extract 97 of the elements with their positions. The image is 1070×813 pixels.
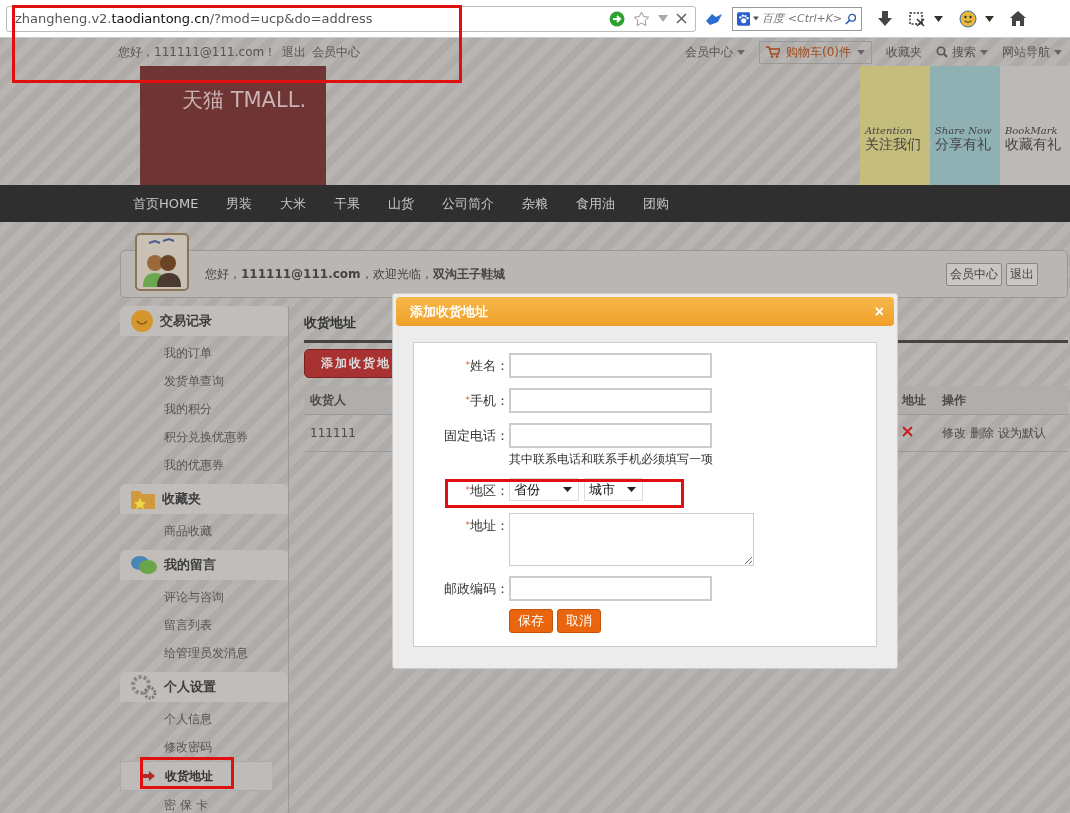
- input-field[interactable]: [509, 388, 712, 413]
- nav-item[interactable]: 干果: [334, 194, 361, 213]
- nav-item[interactable]: 首页HOME: [133, 194, 199, 213]
- nav-item[interactable]: 食用油: [576, 194, 616, 213]
- dropdown-icon: [753, 16, 760, 21]
- section-title: 个人设置: [164, 678, 216, 696]
- caret-icon: [980, 49, 988, 55]
- column-header: 地址: [900, 391, 927, 409]
- chat-icon: [130, 554, 158, 576]
- required-mark: *: [465, 485, 470, 495]
- logo-banner[interactable]: 天猫 TMALL.: [140, 66, 326, 185]
- field-label: *手机：: [464, 392, 509, 410]
- caret-icon: [737, 49, 745, 55]
- smiley-icon[interactable]: [959, 9, 977, 28]
- menu-dropdown[interactable]: 网站导航: [1002, 43, 1062, 61]
- nav-item[interactable]: 大米: [280, 194, 307, 213]
- select-dropdown[interactable]: 省份: [509, 478, 579, 501]
- sidebar-item[interactable]: 留言列表: [120, 611, 288, 639]
- nav-item[interactable]: 杂粮: [522, 194, 549, 213]
- folder-icon: [130, 488, 156, 510]
- search-icon: [845, 11, 857, 26]
- sidebar-item[interactable]: 积分兑换优惠券: [120, 423, 288, 451]
- section-title: 我的留言: [164, 556, 216, 574]
- address-bar[interactable]: zhangheng.v2.taodiantong.cn/?mod=ucp&do=address: [6, 5, 696, 32]
- row-action-link[interactable]: 设为默认: [998, 424, 1046, 442]
- top-link[interactable]: 会员中心: [312, 43, 361, 61]
- account-button[interactable]: 退出: [1006, 262, 1038, 286]
- sidebar-item[interactable]: 我的积分: [120, 395, 288, 423]
- sidebar-item[interactable]: 评论与咨询: [120, 583, 288, 611]
- screenshot-icon[interactable]: [908, 9, 926, 28]
- section-title: 收藏夹: [162, 490, 201, 508]
- promo-tile[interactable]: Share Now 分享有礼: [930, 66, 1000, 185]
- sidebar-item[interactable]: 修改密码: [120, 733, 288, 761]
- gears-icon: [130, 674, 158, 700]
- download-icon[interactable]: [878, 10, 892, 27]
- dropdown-icon[interactable]: [934, 15, 943, 22]
- caret-icon: [857, 49, 865, 55]
- sidebar-item[interactable]: 密 保 卡: [120, 791, 288, 813]
- search-icon: [936, 46, 948, 58]
- section-title: 交易记录: [160, 312, 212, 330]
- field-label: *地址：: [464, 517, 509, 535]
- dropdown-icon[interactable]: [985, 15, 994, 22]
- cart-icon: [766, 46, 780, 58]
- caret-icon: [563, 487, 572, 492]
- nav-item[interactable]: 男装: [226, 194, 253, 213]
- sidebar-item[interactable]: 我的优惠券: [120, 451, 288, 479]
- avatar-icon: [135, 233, 189, 291]
- column-header: 操作: [942, 391, 967, 409]
- required-mark: *: [465, 520, 470, 530]
- home-icon[interactable]: [1010, 11, 1026, 26]
- sidebar-item[interactable]: 个人信息: [120, 705, 288, 733]
- account-button[interactable]: 会员中心: [946, 262, 1002, 286]
- greeting-text: 您好，111111@111.com！: [118, 43, 277, 61]
- welcome-text: 您好，111111@111.com，欢迎光临，双沟王子鞋城: [205, 265, 506, 283]
- sidebar-item[interactable]: 收货地址: [120, 761, 272, 791]
- sidebar-item[interactable]: 发货单查询: [120, 367, 288, 395]
- form-button[interactable]: 取消: [557, 609, 601, 633]
- sidebar-item[interactable]: 给管理员发消息: [120, 639, 288, 667]
- required-mark: *: [465, 395, 470, 405]
- promo-tile[interactable]: Attention 关注我们: [860, 66, 930, 185]
- required-mark: *: [465, 360, 470, 370]
- arrow-icon: [143, 771, 155, 781]
- input-field[interactable]: [509, 353, 712, 378]
- table-cell-text: 111111: [309, 426, 356, 440]
- input-field[interactable]: [509, 576, 712, 601]
- field-label: *姓名：: [464, 357, 509, 375]
- field-label: 固定电话：: [443, 427, 509, 445]
- top-link[interactable]: 退出: [282, 43, 307, 61]
- form-button[interactable]: 保存: [509, 609, 553, 633]
- row-action-link[interactable]: 删除: [970, 424, 994, 442]
- nav-item[interactable]: 团购: [643, 194, 670, 213]
- caret-icon: [1054, 49, 1062, 55]
- cross-icon: [902, 426, 913, 437]
- menu-link[interactable]: 收藏夹: [886, 43, 922, 61]
- row-action-link[interactable]: 修改: [942, 424, 966, 442]
- paw-icon: [737, 10, 751, 27]
- promo-tile[interactable]: BookMark 收藏有礼: [1000, 66, 1070, 185]
- smiley-icon: [130, 309, 154, 333]
- nav-item[interactable]: 山货: [388, 194, 415, 213]
- star-icon[interactable]: [633, 10, 650, 27]
- go-icon[interactable]: [609, 10, 625, 27]
- select-dropdown[interactable]: 城市: [584, 478, 643, 501]
- caret-icon: [627, 487, 636, 492]
- cart-button[interactable]: 购物车(0)件: [759, 40, 872, 64]
- hint-text: 其中联系电话和联系手机必须填写一项: [509, 451, 713, 468]
- input-field[interactable]: [509, 423, 712, 448]
- close-icon[interactable]: [676, 13, 687, 24]
- menu-dropdown[interactable]: 会员中心: [685, 43, 745, 61]
- field-label: *地区：: [464, 482, 509, 500]
- field-label: 邮政编码：: [443, 580, 509, 598]
- sidebar-item[interactable]: 商品收藏: [120, 517, 288, 545]
- nav-item[interactable]: 公司简介: [442, 194, 495, 213]
- column-header: 收货人: [309, 391, 346, 409]
- search-input[interactable]: 百度 <Ctrl+K>: [762, 12, 843, 25]
- search-field[interactable]: 百度 <Ctrl+K>: [732, 6, 862, 31]
- search-menu[interactable]: 搜索: [936, 43, 988, 61]
- sidebar-item[interactable]: 我的订单: [120, 339, 288, 367]
